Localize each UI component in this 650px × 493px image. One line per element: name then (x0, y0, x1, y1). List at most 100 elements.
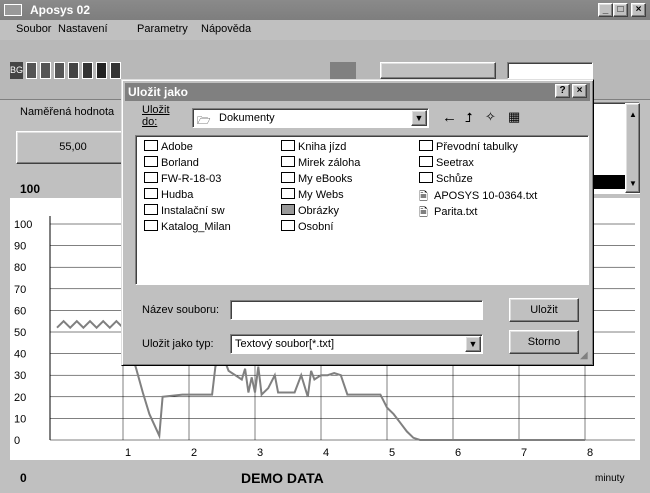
text-file-icon: 🗎 (419, 191, 428, 203)
filetype-value: Textový soubor[*.txt] (235, 338, 335, 350)
file-name: Osobní (298, 221, 334, 233)
file-list-item[interactable]: Osobní (281, 220, 333, 233)
file-list-item[interactable]: FW-R-18-03 (144, 172, 221, 185)
x-tick-label: 5 (389, 447, 395, 459)
y-tick-label: 10 (14, 413, 26, 425)
minimize-button[interactable]: _ (598, 3, 613, 17)
text-file-icon: 🗎 (419, 207, 428, 219)
menu-nastaveni[interactable]: Nastavení (58, 23, 108, 35)
chevron-down-icon[interactable]: ▼ (411, 110, 427, 126)
file-name: Adobe (161, 141, 193, 153)
bg-color-swatch[interactable]: BG (10, 62, 23, 79)
folder-icon (281, 204, 295, 215)
menu-parametry[interactable]: Parametry (137, 23, 188, 35)
filetype-dropdown[interactable]: Textový soubor[*.txt] ▼ (230, 334, 483, 354)
color-swatch[interactable] (68, 62, 79, 79)
status-bar: 0 DEMO DATA minuty (0, 464, 650, 493)
bottom-left-value: 0 (20, 471, 27, 485)
horizontal-scrollbar[interactable] (380, 62, 496, 79)
menu-napoveda[interactable]: Nápověda (201, 23, 251, 35)
folder-icon (144, 204, 158, 215)
file-list-item[interactable]: Kniha jízd (281, 140, 346, 153)
y-tick-label: 80 (14, 262, 26, 274)
file-name: My eBooks (298, 173, 353, 185)
file-name: FW-R-18-03 (161, 173, 222, 185)
file-name: Schůze (436, 173, 473, 185)
back-arrow-icon[interactable]: ← (442, 109, 457, 126)
file-list-item[interactable]: Seetrax (419, 156, 474, 169)
color-preview (330, 62, 356, 79)
dialog-close-button[interactable]: × (572, 84, 587, 98)
toolbar-input[interactable] (507, 62, 593, 79)
folder-icon (144, 172, 158, 183)
scroll-down-icon[interactable]: ▼ (629, 179, 637, 188)
file-name: Kniha jízd (298, 141, 347, 153)
resize-grip-icon[interactable]: ◢ (580, 350, 588, 361)
x-tick-label: 3 (257, 447, 263, 459)
color-swatch[interactable] (40, 62, 51, 79)
folder-icon (419, 172, 433, 183)
folder-icon (144, 188, 158, 199)
file-list-item[interactable]: Převodní tabulky (419, 140, 518, 153)
color-swatch[interactable] (54, 62, 65, 79)
file-list-item[interactable]: Mirek záloha (281, 156, 360, 169)
scroll-up-icon[interactable]: ▲ (629, 110, 637, 119)
y-tick-label: 0 (14, 435, 20, 447)
menu-soubor[interactable]: Soubor (16, 23, 51, 35)
y-tick-label: 60 (14, 305, 26, 317)
folder-open-icon: 🗁 (197, 115, 211, 127)
y-tick-label: 30 (14, 370, 26, 382)
y-tick-label: 100 (14, 219, 32, 231)
file-list-item[interactable]: 🗎 Parita.txt (419, 204, 477, 219)
file-list[interactable]: Adobe Borland FW-R-18-03 Hudba Instalační sw… (135, 135, 589, 285)
file-list-item[interactable]: My eBooks (281, 172, 352, 185)
folder-icon (281, 172, 295, 183)
folder-icon (419, 140, 433, 151)
filename-label: Název souboru: (142, 304, 220, 316)
file-list-item[interactable]: Hudba (144, 188, 193, 201)
file-list-item[interactable]: Obrázky (281, 204, 339, 217)
vertical-scrollbar[interactable]: ▲ ▼ (625, 103, 640, 193)
file-list-item[interactable]: Adobe (144, 140, 193, 153)
save-in-label: Uložit do: (142, 104, 170, 128)
folder-icon (281, 220, 295, 231)
view-menu-icon[interactable]: ▦ (508, 109, 520, 125)
color-swatch[interactable] (96, 62, 107, 79)
up-folder-icon[interactable]: ⮥ (465, 110, 473, 126)
y-tick-label: 20 (14, 392, 26, 404)
measured-value-box: 55,00 (16, 131, 130, 164)
new-folder-icon[interactable]: ✧ (485, 109, 496, 125)
file-list-item[interactable]: Instalační sw (144, 204, 225, 217)
window-titlebar: Aposys 02 _ □ × (0, 0, 650, 20)
chevron-down-icon[interactable]: ▼ (465, 336, 481, 352)
file-list-item[interactable]: 🗎 APOSYS 10-0364.txt (419, 188, 538, 203)
file-name: Borland (161, 157, 199, 169)
file-list-item[interactable]: Schůze (419, 172, 473, 185)
cancel-button[interactable]: Storno (509, 330, 579, 354)
save-in-dropdown[interactable]: 🗁 Dokumenty ▼ (192, 108, 429, 128)
help-button[interactable]: ? (555, 84, 570, 98)
save-button[interactable]: Uložit (509, 298, 579, 322)
folder-icon (281, 140, 295, 151)
file-name: Hudba (161, 189, 194, 201)
dialog-titlebar: Uložit jako ? × (125, 83, 590, 101)
x-tick-label: 8 (587, 447, 593, 459)
file-name: APOSYS 10-0364.txt (434, 190, 538, 202)
folder-icon (144, 140, 158, 151)
file-name: Seetrax (436, 157, 474, 169)
close-button[interactable]: × (631, 3, 646, 17)
color-swatch[interactable] (110, 62, 121, 79)
folder-icon (281, 156, 295, 167)
maximize-button[interactable]: □ (613, 3, 628, 17)
color-swatch[interactable] (26, 62, 37, 79)
x-tick-label: 1 (125, 447, 131, 459)
color-swatch[interactable] (82, 62, 93, 79)
dialog-title: Uložit jako (128, 85, 189, 99)
file-list-item[interactable]: My Webs (281, 188, 344, 201)
filename-input[interactable] (230, 300, 483, 320)
file-list-item[interactable]: Borland (144, 156, 199, 169)
file-name: Obrázky (298, 205, 339, 217)
unit-label: minuty (595, 473, 625, 484)
file-list-item[interactable]: Katalog_Milan (144, 220, 231, 233)
y-tick-label: 40 (14, 349, 26, 361)
